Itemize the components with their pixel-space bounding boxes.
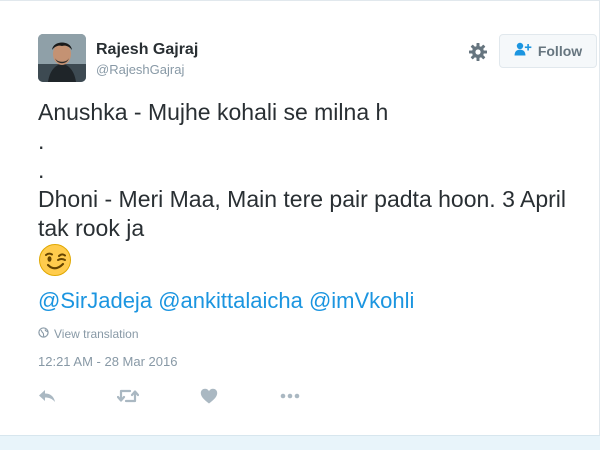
add-user-icon (514, 42, 532, 61)
tweet-line: . (38, 157, 45, 183)
tweet-mentions: @SirJadeja @ankittalaicha @imVkohli (38, 288, 414, 314)
user-handle[interactable]: @RajeshGajraj (96, 62, 184, 77)
user-name[interactable]: Rajesh Gajraj (96, 41, 198, 59)
next-tweet-strip (0, 435, 600, 450)
tweet-card: Rajesh Gajraj @RajeshGajraj Follow Anush… (0, 0, 600, 435)
mention-sirjadeja-link[interactable]: @SirJadeja (38, 288, 152, 313)
tweet-text: Anushka - Mujhe kohali se milna h . . Dh… (38, 98, 594, 284)
like-icon[interactable] (197, 385, 221, 407)
mention-imvkohli-link[interactable]: @imVkohli (309, 288, 414, 313)
winking-face-icon (38, 243, 72, 277)
follow-label: Follow (537, 43, 583, 59)
view-translation-label: View translation (54, 327, 139, 341)
globe-icon (38, 327, 49, 341)
mention-ankittalaicha-link[interactable]: @ankittalaicha (158, 288, 303, 313)
tweet-timestamp[interactable]: 12:21 AM - 28 Mar 2016 (38, 354, 177, 369)
tweet-line: Dhoni - Meri Maa, Main tere pair padta h… (38, 186, 566, 241)
more-icon[interactable] (278, 385, 302, 407)
view-translation-button[interactable]: View translation (38, 327, 139, 341)
avatar[interactable] (38, 34, 86, 82)
tweet-line: . (38, 128, 45, 154)
follow-button[interactable]: Follow (499, 34, 597, 68)
retweet-icon[interactable] (116, 385, 140, 407)
avatar-image (38, 34, 86, 82)
reply-icon[interactable] (35, 385, 59, 407)
tweet-line: Anushka - Mujhe kohali se milna h (38, 99, 389, 125)
gear-icon[interactable] (466, 40, 490, 64)
